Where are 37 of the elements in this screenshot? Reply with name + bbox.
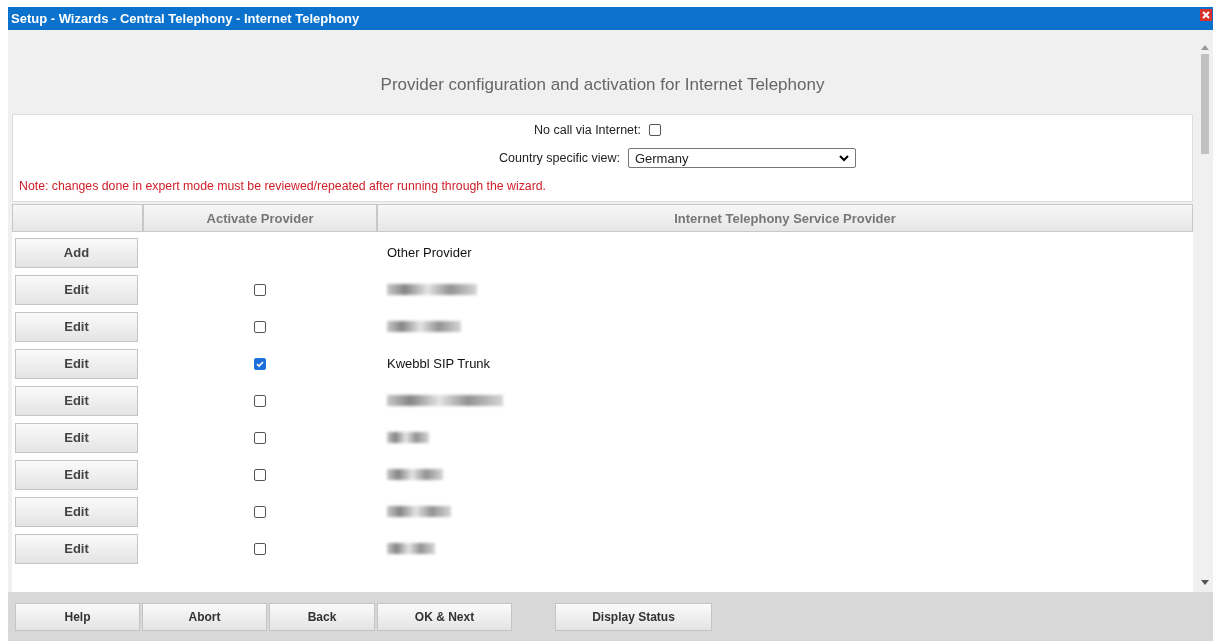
footer-button[interactable]: OK & Next — [377, 602, 512, 631]
edit-button[interactable]: Edit — [15, 533, 138, 564]
checkbox[interactable] — [254, 283, 266, 296]
edit-button[interactable]: Edit — [15, 422, 138, 453]
scroll-thumb[interactable] — [1200, 54, 1209, 154]
field-label: Country specific view: — [499, 151, 620, 165]
edit-button[interactable]: Edit — [15, 459, 138, 490]
window-title: Setup - Wizards - Central Telephony - Internet Telephony — [11, 11, 360, 26]
edit-button[interactable]: Edit — [15, 311, 138, 342]
checkbox[interactable] — [254, 431, 266, 444]
edit-button[interactable]: Edit — [15, 274, 138, 305]
footer-button[interactable]: Abort — [142, 602, 267, 631]
provider-name: Kwebbl SIP Trunk — [387, 356, 491, 371]
footer-button[interactable]: Back — [269, 602, 375, 631]
checkbox[interactable] — [254, 468, 266, 481]
edit-button[interactable]: Edit — [15, 348, 138, 379]
close-icon[interactable] — [1200, 8, 1212, 21]
edit-button[interactable]: Edit — [15, 496, 138, 527]
chevron-down-icon — [838, 154, 849, 162]
page-heading: Provider configuration and activation for Internet Telephony — [379, 74, 826, 96]
country-select[interactable]: Germany — [627, 148, 856, 168]
display-status-button[interactable]: Display Status — [555, 602, 712, 631]
checkbox[interactable] — [254, 357, 266, 370]
checkbox[interactable] — [254, 542, 266, 555]
checkbox[interactable] — [254, 394, 266, 407]
add-button[interactable]: Add — [15, 237, 138, 268]
provider-name: Other Provider — [387, 245, 472, 260]
column-header: Activate Provider — [143, 204, 377, 232]
scroll-down-icon[interactable] — [1200, 580, 1209, 586]
field-label: No call via Internet: — [534, 123, 641, 137]
checkbox[interactable] — [649, 124, 661, 136]
footer-button[interactable]: Help — [15, 602, 140, 631]
checkbox[interactable] — [254, 505, 266, 518]
edit-button[interactable]: Edit — [15, 385, 138, 416]
note-text: Note: changes done in expert mode must be reviewed/repeated after running through the wizard. — [19, 179, 548, 193]
column-header: Internet Telephony Service Provider — [377, 204, 1193, 232]
checkbox[interactable] — [254, 320, 266, 333]
